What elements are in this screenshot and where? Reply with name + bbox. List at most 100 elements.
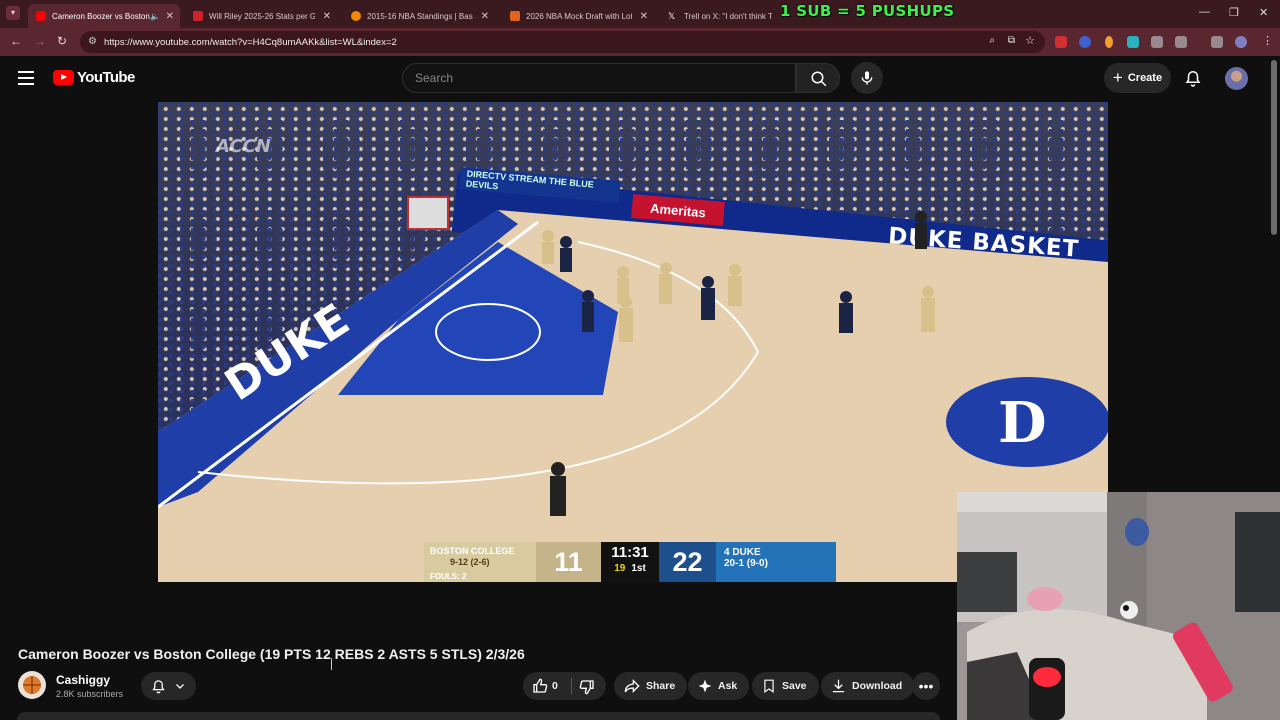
like-count: 0: [552, 680, 558, 692]
create-button[interactable]: + Create: [1104, 63, 1171, 93]
shot-clock: 19: [614, 563, 626, 574]
extensions-puzzle-icon[interactable]: [1175, 36, 1187, 48]
forward-arrow-icon[interactable]: →: [34, 34, 46, 48]
tab-title: Cameron Boozer vs Boston: [52, 11, 150, 21]
subscriber-count: 2.8K subscribers: [56, 689, 124, 699]
share-button[interactable]: Share: [614, 672, 688, 700]
like-dislike-bar: 0: [523, 672, 606, 700]
tab-list-menu-icon[interactable]: ▾: [6, 6, 20, 20]
create-label: Create: [1127, 72, 1163, 84]
url-text: https://www.youtube.com/watch?v=H4Cq8umA…: [104, 36, 397, 48]
channel-avatar[interactable]: [18, 671, 46, 699]
close-tab-icon[interactable]: ✕: [640, 11, 648, 22]
home-score: 22: [659, 542, 716, 582]
notification-settings-button[interactable]: [141, 672, 196, 700]
reload-icon[interactable]: ↻: [57, 34, 67, 48]
download-button[interactable]: Download: [821, 672, 915, 700]
zoom-icon[interactable]: ⌕: [989, 35, 995, 46]
install-icon[interactable]: ⧉: [1008, 35, 1015, 46]
search-icon: [811, 71, 827, 87]
svg-text:D: D: [998, 390, 1047, 456]
browser-tab-active[interactable]: Cameron Boozer vs Boston 🔈 ✕: [28, 4, 180, 28]
search-input[interactable]: Search: [402, 63, 796, 93]
close-tab-icon[interactable]: ✕: [481, 11, 489, 22]
chevron-down-icon: [176, 684, 184, 689]
tab-title: 2015-16 NBA Standings | Baske: [367, 11, 473, 21]
voice-search-button[interactable]: [851, 62, 883, 94]
download-icon: [832, 679, 845, 693]
bell-icon: [152, 680, 165, 694]
text-cursor: [331, 658, 337, 670]
x-favicon-icon: 𝕏: [668, 11, 676, 21]
ask-button[interactable]: Ask: [688, 672, 750, 700]
profile-icon[interactable]: [1235, 36, 1247, 48]
extension-icon[interactable]: [1127, 36, 1139, 48]
period: 1st: [631, 563, 646, 574]
save-label: Save: [782, 680, 807, 692]
tab-title: Will Riley 2025-26 Stats per Ga: [209, 11, 315, 21]
away-team-panel: BOSTON COLLEGE 9-12 (2-6) FOULS: 2: [424, 542, 536, 582]
site-info-icon[interactable]: ⚙: [88, 36, 97, 47]
plus-icon: +: [1112, 68, 1123, 87]
game-clock: 11:31: [611, 544, 649, 561]
network-logo: ACCN: [216, 136, 271, 157]
speaker-icon[interactable]: 🔈: [150, 12, 160, 21]
more-actions-button[interactable]: •••: [912, 672, 940, 700]
ask-label: Ask: [718, 680, 738, 692]
webcam-scene: [957, 492, 1280, 720]
dislike-thumb-down-icon[interactable]: [579, 679, 595, 695]
webcam-overlay: [957, 492, 1280, 720]
back-arrow-icon[interactable]: ←: [10, 34, 22, 48]
extension-icon[interactable]: [1105, 36, 1113, 48]
hamburger-menu-icon[interactable]: [18, 71, 34, 85]
browser-menu-icon[interactable]: ⋮: [1262, 34, 1273, 47]
browser-tab[interactable]: 𝕏 Trell on X: "I don't think Trae: [660, 4, 780, 28]
browser-tab[interactable]: 2015-16 NBA Standings | Baske ✕: [343, 4, 495, 28]
period-row: 19 1st: [601, 563, 659, 574]
away-team-name: BOSTON COLLEGE: [430, 546, 515, 556]
stream-overlay-banner: 1 SUB = 5 PUSHUPS: [780, 2, 955, 20]
browser-tab-bar: ▾ Cameron Boozer vs Boston 🔈 ✕ Will Rile…: [0, 0, 1280, 28]
tab-title: 2026 NBA Mock Draft with Lott: [526, 11, 632, 21]
home-team-panel: 4 DUKE 20-1 (9-0): [716, 542, 836, 582]
youtube-favicon-icon: [36, 11, 46, 21]
home-team-record: 20-1 (9-0): [724, 558, 768, 569]
close-tab-icon[interactable]: ✕: [323, 11, 331, 22]
video-title: Cameron Boozer vs Boston College (19 PTS…: [18, 646, 525, 662]
more-horizontal-icon: •••: [918, 678, 934, 694]
extension-icon[interactable]: [1079, 36, 1091, 48]
away-score: 11: [536, 542, 601, 582]
like-divider: [571, 678, 572, 694]
search-button[interactable]: [796, 63, 840, 93]
address-bar[interactable]: ⚙ https://www.youtube.com/watch?v=H4Cq8u…: [80, 31, 1045, 53]
away-team-record: 9-12 (2-6): [450, 557, 490, 567]
game-clock-panel: 11:31 19 1st: [601, 542, 659, 582]
close-tab-icon[interactable]: ✕: [166, 11, 174, 22]
download-label: Download: [852, 680, 903, 692]
sports-reference-favicon-icon: [193, 11, 203, 21]
restore-icon[interactable]: ❐: [1229, 6, 1239, 19]
browser-toolbar: ← → ↻ ⚙ https://www.youtube.com/watch?v=…: [0, 28, 1280, 56]
share-label: Share: [646, 680, 676, 692]
account-avatar[interactable]: [1225, 67, 1248, 90]
browser-tab[interactable]: Will Riley 2025-26 Stats per Ga ✕: [185, 4, 337, 28]
channel-name[interactable]: Cashiggy: [56, 673, 110, 687]
extension-icon[interactable]: [1055, 36, 1067, 48]
page-scrollbar[interactable]: [1271, 60, 1277, 235]
youtube-logo[interactable]: YouTube: [53, 69, 135, 86]
notifications-bell-icon[interactable]: [1184, 69, 1202, 88]
scorebug: BOSTON COLLEGE 9-12 (2-6) FOULS: 2 11 11…: [424, 542, 836, 582]
description-box[interactable]: [17, 712, 940, 720]
home-team-name: 4 DUKE: [724, 547, 761, 558]
minimize-icon[interactable]: —: [1199, 6, 1210, 18]
browser-tab[interactable]: 2026 NBA Mock Draft with Lott ✕: [502, 4, 654, 28]
youtube-play-icon: [53, 70, 74, 85]
save-button[interactable]: Save: [752, 672, 819, 700]
youtube-header: YouTube Search + Create: [0, 56, 1280, 102]
reading-list-icon[interactable]: [1211, 36, 1223, 48]
close-window-icon[interactable]: ✕: [1259, 6, 1268, 19]
like-thumb-up-icon[interactable]: [532, 678, 548, 694]
away-fouls: FOULS: 2: [430, 572, 467, 581]
bookmark-star-icon[interactable]: ☆: [1025, 34, 1035, 47]
extension-icon[interactable]: [1151, 36, 1163, 48]
